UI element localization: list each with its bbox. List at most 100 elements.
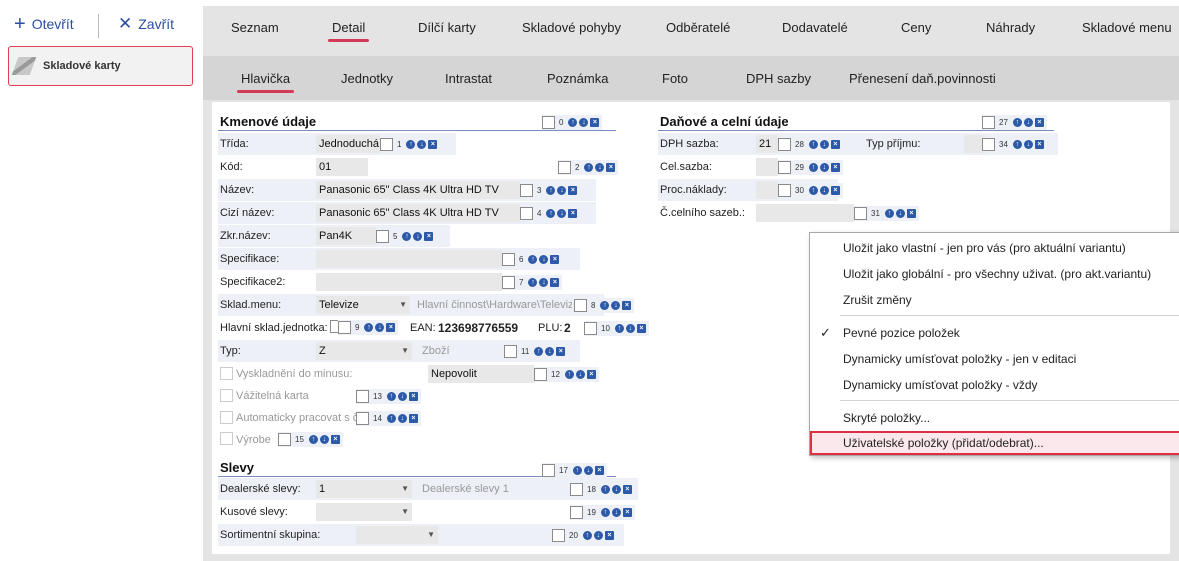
position-checkbox[interactable] bbox=[778, 161, 791, 174]
field-dph-sazba[interactable]: 21 bbox=[756, 135, 778, 153]
arrow-up-icon[interactable]: ↑ bbox=[308, 435, 318, 444]
arrow-down-icon[interactable]: ↓ bbox=[819, 163, 829, 172]
arrow-down-icon[interactable]: ↓ bbox=[611, 485, 621, 494]
tab-intrastat[interactable]: Intrastat bbox=[445, 71, 492, 86]
arrow-down-icon[interactable]: ↓ bbox=[413, 232, 423, 241]
position-checkbox[interactable] bbox=[778, 138, 791, 151]
position-checkbox[interactable] bbox=[520, 184, 533, 197]
position-checkbox[interactable] bbox=[504, 345, 517, 358]
position-checkbox[interactable] bbox=[584, 322, 597, 335]
checkbox-vyskladneni[interactable] bbox=[220, 367, 233, 380]
field-cizi-nazev[interactable]: Panasonic 65" Class 4K Ultra HD TV bbox=[316, 204, 520, 222]
position-checkbox[interactable] bbox=[356, 390, 369, 403]
position-checkbox[interactable] bbox=[356, 412, 369, 425]
position-checkbox[interactable] bbox=[338, 321, 351, 334]
position-checkbox[interactable] bbox=[982, 116, 995, 129]
tab-dph-sazby[interactable]: DPH sazby bbox=[746, 71, 811, 86]
remove-icon[interactable]: × bbox=[408, 392, 418, 401]
arrow-up-icon[interactable]: ↑ bbox=[582, 531, 592, 540]
arrow-up-icon[interactable]: ↑ bbox=[614, 324, 624, 333]
position-checkbox[interactable] bbox=[552, 529, 565, 542]
arrow-down-icon[interactable]: ↓ bbox=[1023, 118, 1033, 127]
select-sklad-menu[interactable]: Televize bbox=[316, 296, 410, 314]
arrow-down-icon[interactable]: ↓ bbox=[1023, 140, 1033, 149]
arrow-down-icon[interactable]: ↓ bbox=[539, 278, 549, 287]
arrow-up-icon[interactable]: ↑ bbox=[584, 163, 594, 172]
select-sortiment[interactable] bbox=[356, 526, 438, 544]
menu-item-save-own[interactable]: Uložit jako vlastní - jen pro vás (pro a… bbox=[843, 241, 1126, 255]
arrow-down-icon[interactable]: ↓ bbox=[575, 370, 585, 379]
remove-icon[interactable]: × bbox=[550, 278, 560, 287]
tab-skladove-pohyby[interactable]: Skladové pohyby bbox=[522, 20, 621, 35]
tab-odberatele[interactable]: Odběratelé bbox=[666, 20, 730, 35]
position-checkbox[interactable] bbox=[502, 276, 515, 289]
arrow-up-icon[interactable]: ↑ bbox=[528, 255, 538, 264]
remove-icon[interactable]: × bbox=[604, 531, 614, 540]
remove-icon[interactable]: × bbox=[906, 209, 916, 218]
arrow-up-icon[interactable]: ↑ bbox=[1012, 140, 1022, 149]
remove-icon[interactable]: × bbox=[568, 209, 578, 218]
select-dealer-slevy[interactable]: 1 bbox=[316, 480, 412, 498]
position-checkbox[interactable] bbox=[534, 368, 547, 381]
position-checkbox[interactable] bbox=[380, 138, 393, 151]
arrow-up-icon[interactable]: ↑ bbox=[600, 508, 610, 517]
position-checkbox[interactable] bbox=[854, 207, 867, 220]
field-cel-sazba[interactable] bbox=[756, 158, 778, 176]
arrow-down-icon[interactable]: ↓ bbox=[375, 323, 385, 332]
menu-item-save-global[interactable]: Uložit jako globální - pro všechny uživa… bbox=[843, 267, 1151, 281]
remove-icon[interactable]: × bbox=[594, 466, 604, 475]
remove-icon[interactable]: × bbox=[1034, 118, 1044, 127]
arrow-down-icon[interactable]: ↓ bbox=[895, 209, 905, 218]
arrow-down-icon[interactable]: ↓ bbox=[557, 186, 567, 195]
arrow-down-icon[interactable]: ↓ bbox=[579, 118, 589, 127]
position-checkbox[interactable] bbox=[278, 433, 291, 446]
remove-icon[interactable]: × bbox=[586, 370, 596, 379]
remove-icon[interactable]: × bbox=[556, 347, 566, 356]
arrow-up-icon[interactable]: ↑ bbox=[364, 323, 374, 332]
tab-hlavicka[interactable]: Hlavička bbox=[236, 71, 295, 93]
remove-icon[interactable]: × bbox=[606, 163, 616, 172]
field-kod[interactable]: 01 bbox=[316, 158, 368, 176]
arrow-down-icon[interactable]: ↓ bbox=[319, 435, 329, 444]
arrow-up-icon[interactable]: ↑ bbox=[808, 163, 818, 172]
menu-item-hidden-items[interactable]: Skryté položky... bbox=[843, 411, 930, 425]
remove-icon[interactable]: × bbox=[568, 186, 578, 195]
arrow-down-icon[interactable]: ↓ bbox=[611, 508, 621, 517]
menu-item-user-items[interactable]: Uživatelské položky (přidat/odebrat)... bbox=[843, 436, 1044, 450]
remove-icon[interactable]: × bbox=[622, 485, 632, 494]
arrow-up-icon[interactable]: ↑ bbox=[600, 485, 610, 494]
tab-ceny[interactable]: Ceny bbox=[901, 20, 931, 35]
position-checkbox[interactable] bbox=[574, 299, 587, 312]
arrow-up-icon[interactable]: ↑ bbox=[546, 186, 556, 195]
select-typ[interactable]: Z bbox=[316, 342, 412, 360]
arrow-down-icon[interactable]: ↓ bbox=[625, 324, 635, 333]
arrow-down-icon[interactable]: ↓ bbox=[545, 347, 555, 356]
arrow-up-icon[interactable]: ↑ bbox=[528, 278, 538, 287]
nav-item-skladove-karty[interactable]: Skladové karty bbox=[8, 46, 193, 86]
arrow-up-icon[interactable]: ↑ bbox=[568, 118, 578, 127]
menu-item-dynamic-always[interactable]: Dynamicky umísťovat položky - vždy bbox=[843, 378, 1038, 392]
field-nazev[interactable]: Panasonic 65" Class 4K Ultra HD TV bbox=[316, 181, 520, 199]
arrow-up-icon[interactable]: ↑ bbox=[572, 466, 582, 475]
remove-icon[interactable]: × bbox=[424, 232, 434, 241]
field-zkr-nazev[interactable]: Pan4K bbox=[316, 227, 376, 245]
tab-foto[interactable]: Foto bbox=[662, 71, 688, 86]
arrow-up-icon[interactable]: ↑ bbox=[406, 140, 416, 149]
position-checkbox[interactable] bbox=[520, 207, 533, 220]
menu-item-dynamic-edit[interactable]: Dynamicky umísťovat položky - jen v edit… bbox=[843, 352, 1076, 366]
tab-preneseni-dane[interactable]: Přenesení daň.povinnosti bbox=[849, 71, 996, 86]
menu-item-cancel-changes[interactable]: Zrušit změny bbox=[843, 293, 912, 307]
remove-icon[interactable]: × bbox=[622, 301, 632, 310]
position-checkbox[interactable] bbox=[376, 230, 389, 243]
arrow-down-icon[interactable]: ↓ bbox=[417, 140, 427, 149]
arrow-up-icon[interactable]: ↑ bbox=[386, 392, 396, 401]
tab-dilci-karty[interactable]: Dílčí karty bbox=[418, 20, 476, 35]
arrow-up-icon[interactable]: ↑ bbox=[386, 414, 396, 423]
arrow-down-icon[interactable]: ↓ bbox=[397, 414, 407, 423]
remove-icon[interactable]: × bbox=[1034, 140, 1044, 149]
checkbox-vazitelna-karta[interactable] bbox=[220, 389, 233, 402]
arrow-up-icon[interactable]: ↑ bbox=[600, 301, 610, 310]
arrow-up-icon[interactable]: ↑ bbox=[884, 209, 894, 218]
arrow-down-icon[interactable]: ↓ bbox=[397, 392, 407, 401]
arrow-down-icon[interactable]: ↓ bbox=[595, 163, 605, 172]
